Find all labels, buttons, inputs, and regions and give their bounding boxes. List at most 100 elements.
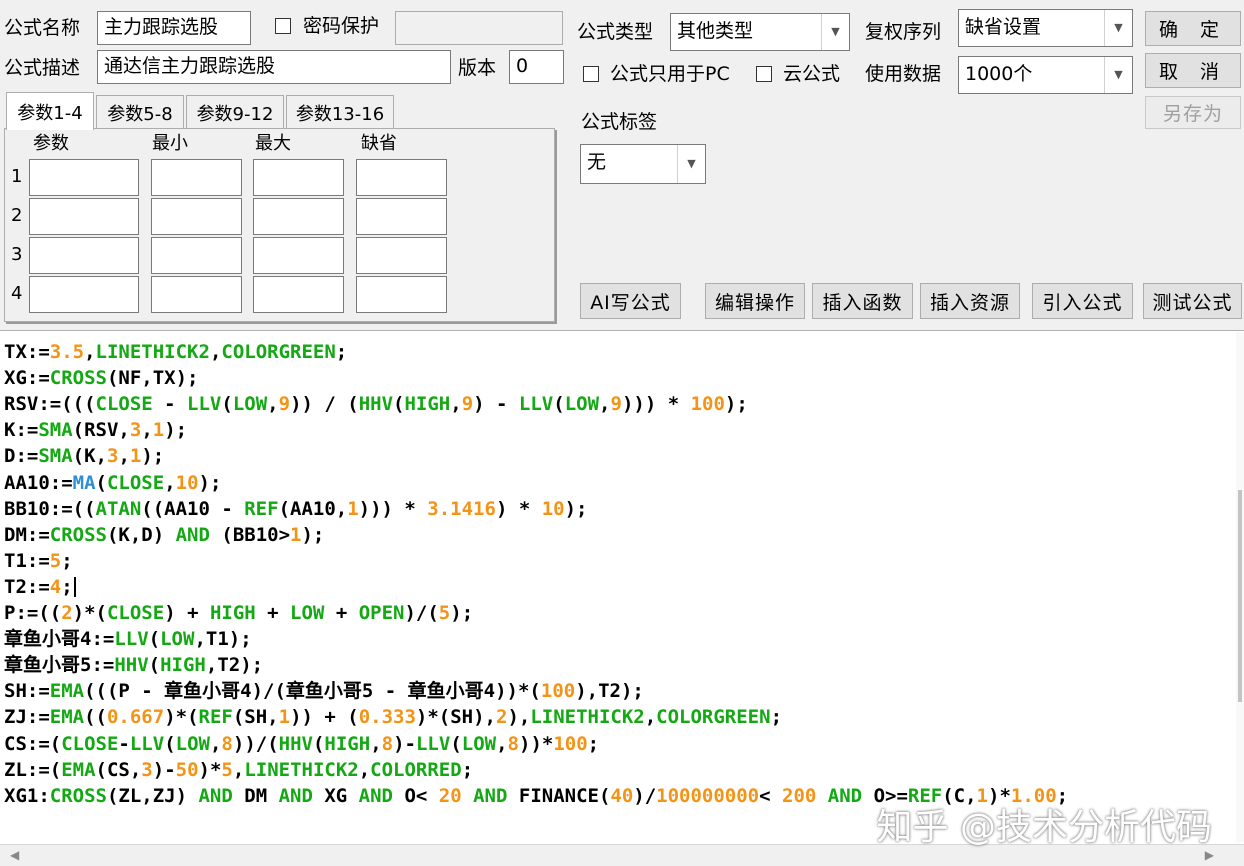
chevron-down-icon[interactable]: ▼ <box>1104 10 1132 46</box>
code-token: LOW <box>160 628 195 651</box>
code-token: AND <box>198 784 233 807</box>
code-token: (K,D) <box>106 523 176 546</box>
cancel-button[interactable]: 取 消 <box>1145 53 1241 88</box>
code-line[interactable]: ZL:=(EMA(CS,3)-50)*5,LINETHICK2,COLORRED… <box>4 757 473 783</box>
code-token: )/ <box>633 784 657 807</box>
formula-name-input[interactable]: 主力跟踪选股 <box>97 11 251 45</box>
scroll-left-icon[interactable]: ◀ <box>10 848 19 862</box>
data-count-value: 1000个 <box>965 63 1033 85</box>
code-token: ( <box>312 732 325 755</box>
cloud-checkbox[interactable] <box>756 66 772 82</box>
code-token: ); <box>198 471 222 494</box>
param-2-default-input[interactable] <box>356 198 447 235</box>
param-3-min-input[interactable] <box>151 237 242 274</box>
code-token: ))* <box>519 732 554 755</box>
code-line[interactable]: CS:=(CLOSE-LLV(LOW,8))/(HHV(HIGH,8)-LLV(… <box>4 731 599 757</box>
code-line[interactable]: AA10:=MA(CLOSE,10); <box>4 470 221 496</box>
tab-params-9-12[interactable]: 参数9-12 <box>186 95 284 129</box>
save-as-button[interactable]: 另存为 <box>1145 96 1241 129</box>
code-token: CROSS <box>49 784 107 807</box>
param-header-name: 参数 <box>33 133 69 154</box>
code-line[interactable]: DM:=CROSS(K,D) AND (BB10>1); <box>4 522 324 548</box>
param-3-name-input[interactable] <box>29 237 139 274</box>
code-line[interactable]: T2:=4; <box>4 574 76 600</box>
param-3-max-input[interactable] <box>253 237 344 274</box>
insert-function-button[interactable]: 插入函数 <box>812 283 913 319</box>
param-2-max-input[interactable] <box>253 198 344 235</box>
formula-desc-input[interactable]: 通达信主力跟踪选股 <box>97 50 451 84</box>
code-token: LOW <box>232 393 268 416</box>
param-4-name-input[interactable] <box>29 276 139 313</box>
insert-resource-button[interactable]: 插入资源 <box>920 283 1020 319</box>
code-token: COLORRED <box>370 758 462 781</box>
code-line[interactable]: BB10:=((ATAN((AA10 - REF(AA10,1))) * 3.1… <box>4 496 587 522</box>
code-token: ( <box>148 654 161 677</box>
code-token: 3.5 <box>49 341 85 363</box>
code-token: EMA <box>49 680 85 703</box>
tab-params-1-4[interactable]: 参数1-4 <box>6 92 94 130</box>
code-line[interactable]: T1:=5; <box>4 548 73 574</box>
pc-only-checkbox[interactable] <box>583 66 599 82</box>
code-line[interactable]: D:=SMA(K,3,1); <box>4 443 164 469</box>
rights-select[interactable]: 缺省设置 ▼ <box>958 9 1133 47</box>
chevron-down-icon[interactable]: ▼ <box>677 145 705 183</box>
param-4-min-input[interactable] <box>151 276 242 313</box>
data-count-select[interactable]: 1000个 ▼ <box>958 56 1133 94</box>
code-token: ),T2); <box>575 680 644 703</box>
code-token: 5 <box>221 758 233 781</box>
import-formula-button[interactable]: 引入公式 <box>1032 283 1133 319</box>
tab-params-5-8[interactable]: 参数5-8 <box>96 95 184 129</box>
scrollbar-thumb[interactable] <box>1238 490 1242 702</box>
param-3-default-input[interactable] <box>356 237 447 274</box>
code-token: 0.333 <box>358 706 416 729</box>
code-token: CLOSE <box>61 732 119 755</box>
formula-tag-select[interactable]: 无 ▼ <box>580 144 706 184</box>
code-token: 8 <box>221 732 233 755</box>
code-token: + <box>255 602 291 624</box>
formula-type-select[interactable]: 其他类型 ▼ <box>670 13 850 51</box>
code-token: )*(SH), <box>415 706 496 729</box>
formula-name-label: 公式名称 <box>4 17 81 39</box>
code-line[interactable]: P:=((2)*(CLOSE) + HIGH + LOW + OPEN)/(5)… <box>4 600 473 626</box>
param-1-default-input[interactable] <box>356 159 447 196</box>
code-token: ; <box>587 732 600 755</box>
chevron-down-icon[interactable]: ▼ <box>821 14 849 50</box>
code-token: AND <box>278 784 313 807</box>
code-line[interactable]: TX:=3.5,LINETHICK2,COLORGREEN; <box>4 339 347 365</box>
param-2-name-input[interactable] <box>29 198 139 235</box>
tab-params-13-16[interactable]: 参数13-16 <box>286 95 394 129</box>
formula-code-editor[interactable]: TX:=3.5,LINETHICK2,COLORGREEN; XG:=CROSS(… <box>0 330 1244 866</box>
code-token: LLV <box>187 393 222 416</box>
edit-ops-button[interactable]: 编辑操作 <box>705 283 805 319</box>
param-4-default-input[interactable] <box>356 276 447 313</box>
code-line[interactable]: 章鱼小哥4:=LLV(LOW,T1); <box>4 626 252 652</box>
param-1-max-input[interactable] <box>253 159 344 196</box>
code-line[interactable]: 章鱼小哥5:=HHV(HIGH,T2); <box>4 652 263 678</box>
code-token: ; <box>461 758 474 781</box>
formula-desc-label: 公式描述 <box>4 57 81 79</box>
chevron-down-icon[interactable]: ▼ <box>1104 57 1132 93</box>
scroll-right-icon[interactable]: ▶ <box>1205 848 1214 862</box>
code-token: , <box>358 758 371 781</box>
code-token: LLV <box>518 393 554 416</box>
code-token: CS:=( <box>4 732 62 755</box>
code-line[interactable]: ZJ:=EMA((0.667)*(REF(SH,1)) + (0.333)*(S… <box>4 704 782 730</box>
code-token: CLOSE <box>95 393 153 416</box>
test-formula-button[interactable]: 测试公式 <box>1143 283 1242 319</box>
param-1-name-input[interactable] <box>29 159 139 196</box>
version-input[interactable]: 0 <box>509 50 564 84</box>
password-checkbox[interactable] <box>275 18 291 34</box>
ok-button[interactable]: 确 定 <box>1145 11 1241 46</box>
version-label: 版本 <box>458 57 497 79</box>
param-2-min-input[interactable] <box>151 198 242 235</box>
code-token: REF <box>198 706 233 729</box>
code-token: AA10:= <box>4 471 73 494</box>
vertical-scrollbar[interactable] <box>1236 332 1244 842</box>
code-line[interactable]: K:=SMA(RSV,3,1); <box>4 417 187 443</box>
ai-write-formula-button[interactable]: AI写公式 <box>580 283 681 319</box>
param-4-max-input[interactable] <box>253 276 344 313</box>
code-line[interactable]: XG:=CROSS(NF,TX); <box>4 365 198 391</box>
code-line[interactable]: SH:=EMA(((P - 章鱼小哥4)/(章鱼小哥5 - 章鱼小哥4))*(1… <box>4 678 644 704</box>
param-1-min-input[interactable] <box>151 159 242 196</box>
code-line[interactable]: RSV:=(((CLOSE - LLV(LOW,9)) / (HHV(HIGH,… <box>4 391 748 417</box>
